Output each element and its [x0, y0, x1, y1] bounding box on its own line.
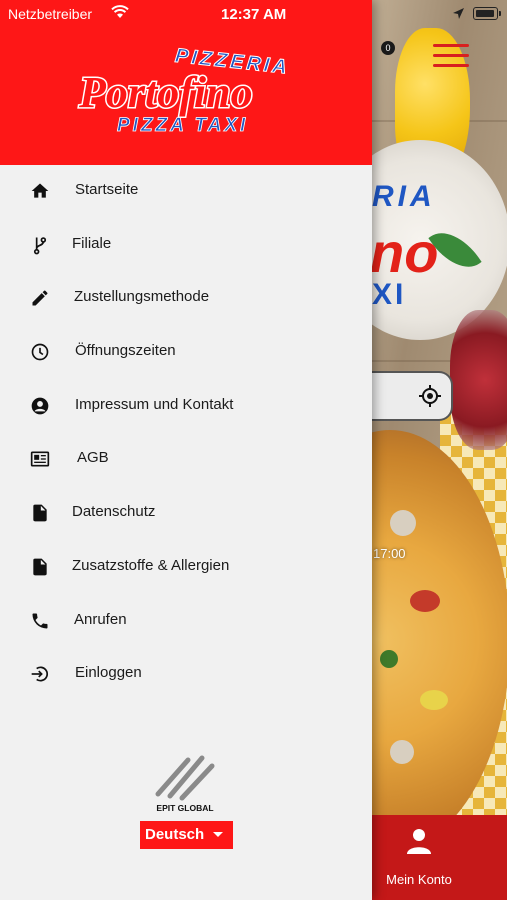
carrier-label: Netzbetreiber — [8, 6, 93, 22]
menu-item-datenschutz[interactable]: Datenschutz — [0, 486, 372, 540]
menu-item-label: Öffnungszeiten — [75, 342, 176, 360]
menu-item-anrufen[interactable]: Anrufen — [0, 594, 372, 648]
menu-item-label: Anrufen — [74, 610, 127, 628]
tomato-topping — [410, 590, 440, 612]
wifi-icon — [111, 5, 129, 18]
pencil-icon — [32, 290, 48, 306]
phone-icon — [32, 613, 48, 628]
menu-item-label: Einloggen — [75, 664, 142, 682]
plate-logo-text-top: RIA — [372, 180, 436, 213]
menu-item-label: Impressum und Kontakt — [75, 395, 234, 413]
locate-icon[interactable] — [418, 384, 442, 408]
language-select-value: Deutsch — [145, 826, 205, 843]
menu-icon[interactable] — [433, 44, 469, 70]
brand-logo: PIZZERIA Portofino PIZZA TAXI — [77, 45, 292, 136]
menu-item-filiale[interactable]: Filiale — [0, 218, 372, 272]
epit-global-text: EPIT GLOBAL — [156, 803, 213, 813]
person-icon — [407, 829, 431, 854]
clock-label: 12:37 AM — [221, 6, 287, 23]
menu-item-label: Filiale — [72, 234, 112, 252]
mushroom-topping — [390, 510, 416, 536]
menu-item-label: AGB — [77, 449, 109, 467]
pepper-topping — [380, 650, 398, 668]
mushroom-topping — [390, 740, 414, 764]
logo-pizza-taxi-text: PIZZA TAXI — [117, 115, 248, 136]
cart-count-badge[interactable]: 0 — [381, 41, 395, 55]
language-select[interactable]: Deutsch — [140, 821, 233, 849]
plate-logo-text-middle: no — [370, 221, 439, 284]
caret-down-icon — [213, 832, 223, 837]
document-icon — [33, 558, 47, 576]
tab-my-account[interactable]: Mein Konto — [372, 815, 507, 900]
battery-icon — [473, 7, 501, 20]
menu-item-label: Startseite — [75, 181, 139, 198]
navigation-drawer: PIZZERIA Portofino PIZZA TAXI Startseite… — [0, 0, 372, 900]
menu-item-label: Zustellungsmethode — [74, 288, 210, 306]
epit-global-logo: EPIT GLOBAL — [155, 755, 215, 813]
home-icon — [31, 183, 49, 198]
wine-glass-image — [450, 310, 507, 450]
pepper-topping — [420, 690, 448, 710]
branch-icon — [33, 236, 47, 255]
account-circle-icon — [31, 397, 49, 415]
location-arrow-icon — [453, 8, 464, 19]
menu-item-label: Datenschutz — [72, 503, 156, 521]
login-icon — [31, 666, 49, 682]
menu-item-startseite[interactable]: Startseite — [0, 164, 372, 218]
plate-logo-text-bottom: XI — [372, 278, 407, 311]
document-icon — [33, 504, 47, 522]
menu-item-impressum[interactable]: Impressum und Kontakt — [0, 379, 372, 433]
status-bar: Netzbetreiber 12:37 AM — [0, 0, 507, 28]
menu-item-agb[interactable]: AGB — [0, 432, 372, 486]
menu-item-zustellungsmethode[interactable]: Zustellungsmethode — [0, 271, 372, 325]
logo-portofino-text: Portofino — [78, 68, 253, 117]
newspaper-icon — [30, 451, 50, 467]
menu-item-oeffnungszeiten[interactable]: Öffnungszeiten — [0, 325, 372, 379]
menu-item-label: Zusatzstoffe & Allergien — [72, 556, 230, 574]
menu-item-einloggen[interactable]: Einloggen — [0, 647, 372, 701]
menu-item-zusatzstoffe[interactable]: Zusatzstoffe & Allergien — [0, 540, 372, 594]
tab-my-account-label: Mein Konto — [386, 872, 452, 887]
drawer-menu: Startseite Filiale Zustellungsmethode Öf… — [0, 164, 372, 701]
opening-time-label: 17:00 — [373, 546, 406, 561]
clock-icon — [31, 343, 49, 361]
